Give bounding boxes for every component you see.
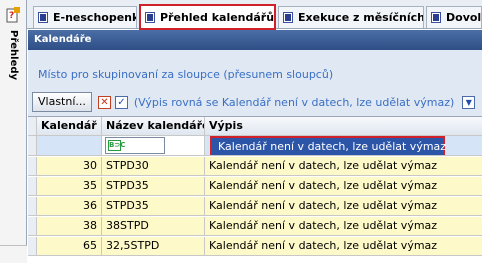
document-icon [431, 12, 441, 23]
cell-nazev: STPD30 [102, 157, 205, 175]
cell-kalendar: 65 [37, 237, 102, 255]
row-indicator[interactable] [28, 237, 37, 255]
group-by-hint[interactable]: Místo pro skupinovaní za sloupce (přesun… [38, 68, 333, 81]
svg-text:?: ? [9, 11, 14, 21]
side-footer [0, 245, 27, 263]
custom-filter-button[interactable]: Vlastní... [32, 92, 92, 112]
filter-expression[interactable]: (Výpis rovná se Kalendář není v datech, … [134, 96, 454, 109]
side-panel: ? Přehledy [0, 0, 27, 263]
cell-nazev: STPD35 [102, 177, 205, 195]
table-row[interactable]: 30 STPD30 Kalendář není v datech, lze ud… [28, 157, 482, 176]
chevron-down-icon[interactable]: ▼ [462, 95, 476, 109]
row-indicator[interactable] [28, 217, 37, 235]
filter-input-nazev[interactable]: B⊃C [105, 137, 165, 154]
filter-enabled-checkbox[interactable]: ✓ [114, 95, 128, 109]
tab-prehled-kalendaru[interactable]: Přehled kalendářů ✕ [139, 4, 276, 30]
cell-vypis: Kalendář není v datech, lze udělat výmaz [209, 239, 438, 252]
cell-vypis: Kalendář není v datech, lze udělat výmaz [209, 219, 438, 232]
cell-nazev: STPD35 [102, 197, 205, 215]
grid-filter-row: B⊃C Kalendář není v datech, lze udělat v… [28, 136, 482, 156]
filter-cell-nazev[interactable]: B⊃C [102, 136, 205, 155]
cell-kalendar: 38 [37, 217, 102, 235]
cell-kalendar: 30 [37, 157, 102, 175]
filter-cell-kalendar[interactable] [37, 136, 102, 155]
cell-nazev: 38STPD [102, 217, 205, 235]
cell-vypis: Kalendář není v datech, lze udělat výmaz [209, 159, 438, 172]
column-header-vypis[interactable]: Výpis [205, 117, 482, 135]
row-indicator[interactable] [28, 157, 37, 175]
side-tab-prehledy[interactable]: Přehledy [6, 30, 21, 90]
tab-exekuce[interactable]: Exekuce z měsíčních dat [278, 6, 424, 28]
tab-e-neschopenky[interactable]: E-neschopenky [33, 6, 137, 28]
cell-kalendar: 36 [37, 197, 102, 215]
column-header-kalendar[interactable]: Kalendář [37, 117, 102, 135]
filter-bar: Vlastní... ✕ ✓ (Výpis rovná se Kalendář … [32, 91, 482, 113]
table-row[interactable]: 35 STPD35 Kalendář není v datech, lze ud… [28, 177, 482, 196]
document-icon [145, 11, 155, 23]
grid-header-row: Kalendář Název kalendáře Výpis [28, 117, 482, 136]
tab-strip: E-neschopenky Přehled kalendářů ✕ Exekuc… [27, 0, 482, 30]
tab-dovole[interactable]: Dovole [426, 6, 482, 28]
table-row[interactable]: 36 STPD35 Kalendář není v datech, lze ud… [28, 197, 482, 216]
filter-cell-vypis[interactable]: Kalendář není v datech, lze udělat výmaz [205, 136, 482, 155]
row-indicator-header[interactable] [28, 117, 37, 135]
document-icon [38, 12, 48, 23]
tab-label: E-neschopenky [53, 11, 136, 24]
clear-filter-icon[interactable]: ✕ [97, 95, 111, 109]
calendar-panel: Místo pro skupinovaní za sloupce (přesun… [28, 50, 482, 263]
tab-label: Dovole [446, 11, 482, 24]
cell-kalendar: 35 [37, 177, 102, 195]
column-header-nazev[interactable]: Název kalendáře [102, 117, 205, 135]
panel-title: Kalendáře [28, 30, 482, 50]
row-indicator[interactable] [28, 177, 37, 195]
begins-with-icon[interactable]: B⊃C [108, 140, 125, 151]
tab-label: Exekuce z měsíčních dat [298, 11, 424, 24]
cell-nazev: 32,5STPD [102, 237, 205, 255]
table-row[interactable]: 65 32,5STPD Kalendář není v datech, lze … [28, 237, 482, 256]
row-indicator[interactable] [28, 197, 37, 215]
cell-vypis: Kalendář není v datech, lze udělat výmaz [209, 179, 438, 192]
tab-label: Přehled kalendářů [160, 10, 275, 24]
table-row[interactable]: 38 38STPD Kalendář není v datech, lze ud… [28, 217, 482, 236]
help-question-icon[interactable]: ? [6, 6, 21, 24]
calendar-grid: Kalendář Název kalendáře Výpis B⊃C Kalen… [28, 116, 482, 263]
filter-row-indicator [28, 136, 37, 155]
cell-vypis: Kalendář není v datech, lze udělat výmaz [209, 199, 438, 212]
filter-value-vypis[interactable]: Kalendář není v datech, lze udělat výmaz [210, 136, 446, 155]
document-icon [283, 12, 293, 23]
